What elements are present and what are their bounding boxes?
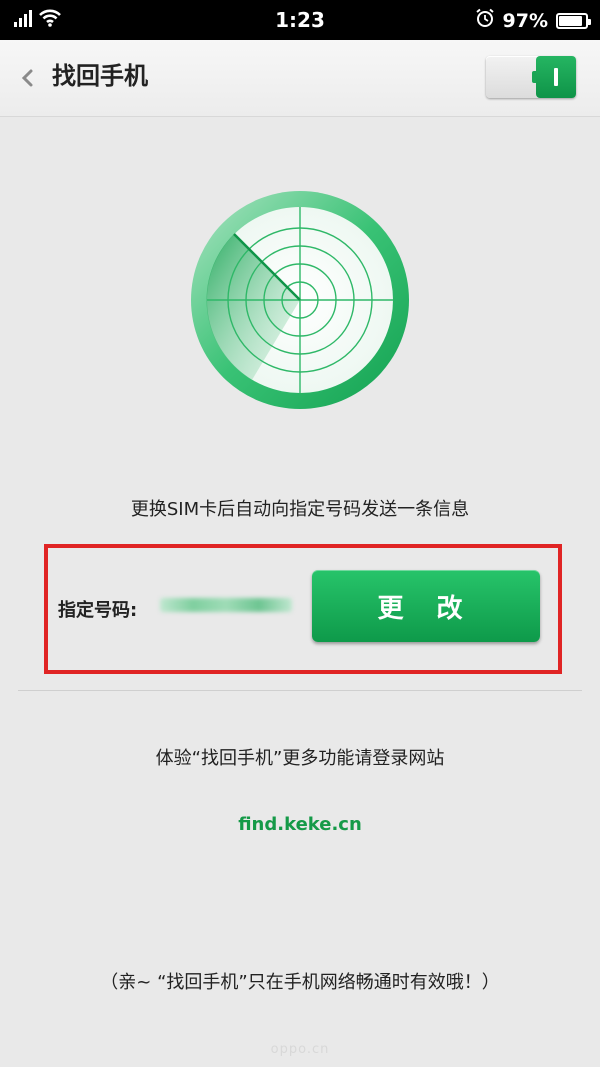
designated-number-value: [160, 598, 292, 612]
find-phone-toggle[interactable]: [486, 56, 576, 98]
website-link[interactable]: find.keke.cn: [0, 814, 600, 835]
alarm-icon: [475, 8, 495, 33]
radar-icon: [191, 191, 409, 409]
designated-number-label: 指定号码:: [58, 600, 138, 621]
sim-change-description: 更换SIM卡后自动向指定号码发送一条信息: [130, 499, 470, 520]
promo-text: 体验“找回手机”更多功能请登录网站: [155, 748, 445, 769]
divider: [18, 690, 582, 691]
battery-icon: [556, 12, 591, 29]
status-bar: 1:23 97%: [0, 0, 600, 40]
battery-percent: 97%: [502, 9, 548, 32]
back-icon[interactable]: [16, 66, 40, 90]
page-title: 找回手机: [52, 62, 148, 90]
change-number-button[interactable]: 更 改: [312, 570, 540, 642]
network-note: （亲~ “找回手机”只在手机网络畅通时有效哦！）: [100, 972, 500, 993]
toggle-knob: [536, 56, 576, 98]
header-bar: 找回手机: [0, 40, 600, 117]
watermark: oppo.cn: [270, 1042, 330, 1057]
